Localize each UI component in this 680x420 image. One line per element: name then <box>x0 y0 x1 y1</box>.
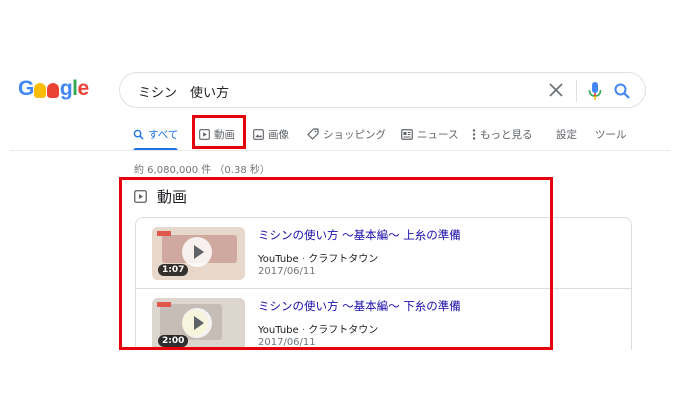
tab-label: もっと見る <box>480 128 533 141</box>
video-title-link[interactable]: ミシンの使い方 〜基本編〜 下糸の準備 <box>258 298 461 314</box>
video-duration: 1:07 <box>158 264 189 276</box>
videos-section-header: 動画 <box>134 186 187 207</box>
logo-letter-g2: g <box>59 77 73 100</box>
mic-icon[interactable] <box>587 81 603 101</box>
section-title: 動画 <box>157 188 188 206</box>
tab-label: ニュース <box>417 128 459 141</box>
tab-settings[interactable]: 設定 <box>556 120 577 148</box>
video-results-card: 1:07 ミシンの使い方 〜基本編〜 上糸の準備 YouTube · クラフトタ… <box>135 217 632 357</box>
tab-label: ショッピング <box>323 128 386 141</box>
tab-videos[interactable]: 動画 <box>199 120 235 148</box>
video-thumbnail[interactable]: 1:07 <box>152 227 245 280</box>
bottom-whitespace <box>0 350 680 420</box>
tab-label: ツール <box>595 128 627 141</box>
tab-label: すべて <box>148 128 179 141</box>
video-source-name: YouTube <box>258 325 299 336</box>
tab-label: 動画 <box>214 128 235 141</box>
logo-bulb-yellow <box>34 82 47 98</box>
tab-label: 画像 <box>268 128 289 141</box>
video-result[interactable]: 1:07 ミシンの使い方 〜基本編〜 上糸の準備 YouTube · クラフトタ… <box>136 218 631 289</box>
tab-shopping[interactable]: ショッピング <box>307 120 386 148</box>
tab-images[interactable]: 画像 <box>253 120 289 148</box>
video-channel: クラフトタウン <box>308 254 379 265</box>
image-icon <box>253 128 264 140</box>
search-divider <box>576 80 577 102</box>
tab-tools[interactable]: ツール <box>595 120 627 148</box>
play-icon <box>182 308 212 338</box>
video-date: 2017/06/11 <box>258 337 316 348</box>
tab-more[interactable]: もっと見る <box>472 120 533 148</box>
video-icon <box>134 190 147 203</box>
video-source-name: YouTube <box>258 254 299 265</box>
video-thumbnail[interactable]: 2:00 <box>152 298 245 351</box>
news-icon <box>401 128 413 140</box>
video-title-link[interactable]: ミシンの使い方 〜基本編〜 上糸の準備 <box>258 227 461 243</box>
separator: · <box>298 254 309 265</box>
play-icon <box>182 237 212 267</box>
video-source: YouTube · クラフトタウン <box>258 250 378 265</box>
google-logo[interactable]: Ggle <box>18 77 89 101</box>
logo-letter-g: G <box>18 77 34 100</box>
logo-bulb-red <box>47 82 60 98</box>
video-date: 2017/06/11 <box>258 266 316 277</box>
video-duration: 2:00 <box>158 335 189 347</box>
video-source: YouTube · クラフトタウン <box>258 321 378 336</box>
video-icon <box>199 128 210 140</box>
result-stats: 約 6,080,000 件 （0.38 秒） <box>134 165 270 176</box>
tabs-divider <box>10 150 670 151</box>
search-box[interactable]: ミシン 使い方 <box>119 72 646 108</box>
search-icon[interactable] <box>613 82 631 100</box>
logo-letter-e: e <box>77 77 90 100</box>
tab-all[interactable]: すべて <box>133 120 179 151</box>
search-input[interactable]: ミシン 使い方 <box>138 82 229 101</box>
tag-icon <box>307 128 319 140</box>
tab-news[interactable]: ニュース <box>401 120 458 148</box>
separator: · <box>298 325 309 336</box>
video-result[interactable]: 2:00 ミシンの使い方 〜基本編〜 下糸の準備 YouTube · クラフトタ… <box>136 289 631 356</box>
clear-icon[interactable] <box>547 81 565 99</box>
tab-label: 設定 <box>556 128 577 141</box>
more-vert-icon <box>472 128 476 140</box>
search-tabs: すべて 動画 画像 ショッピング ニュース もっと見る 設定 ツール <box>0 120 680 151</box>
video-channel: クラフトタウン <box>308 325 379 336</box>
search-icon <box>133 129 144 140</box>
